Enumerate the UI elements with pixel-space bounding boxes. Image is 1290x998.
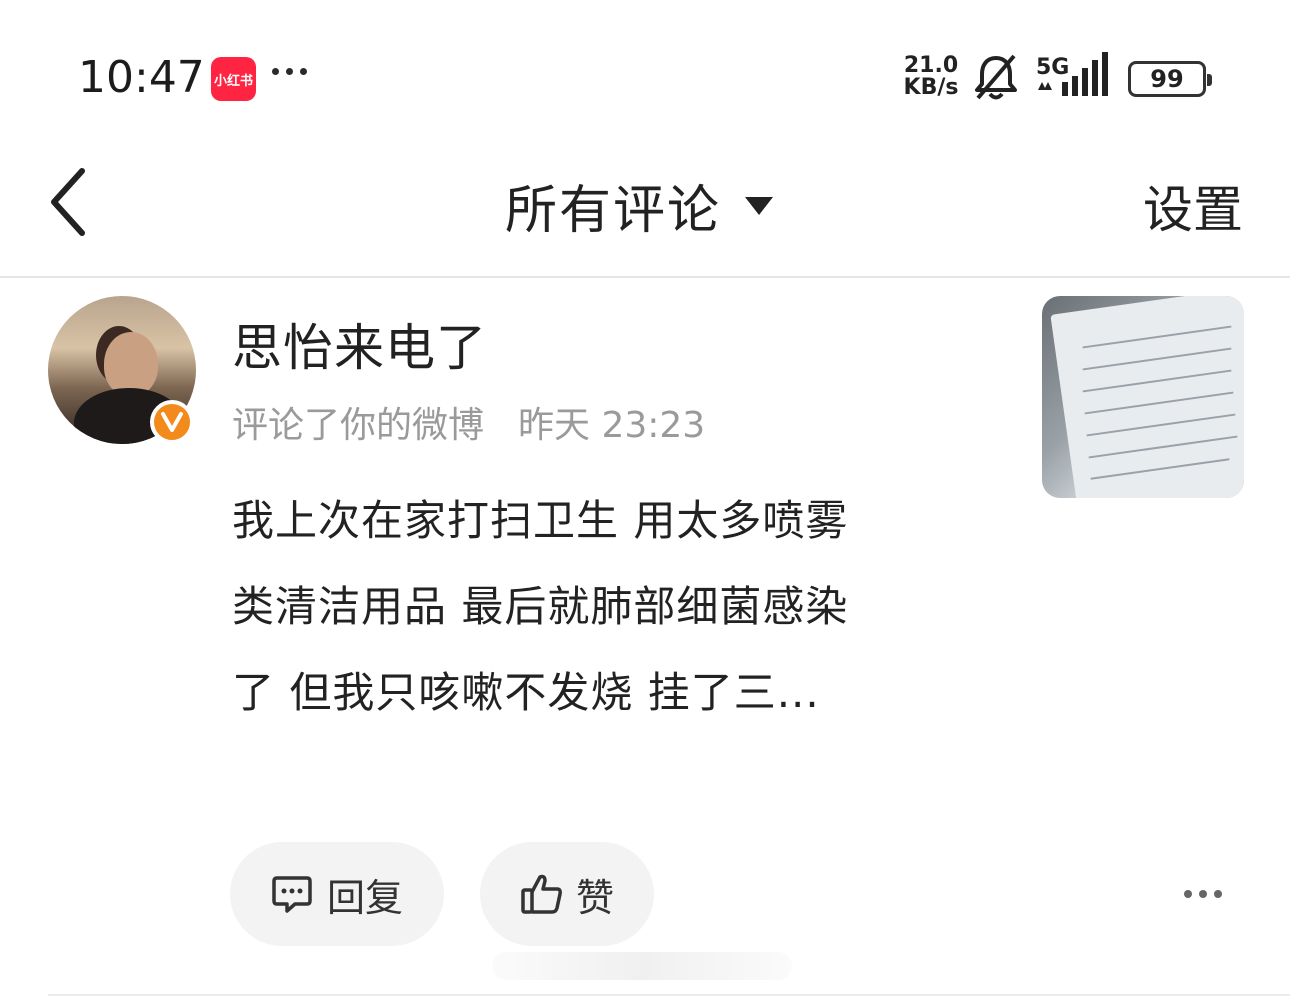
comment-line: 我上次在家打扫卫生 用太多喷雾 — [232, 496, 849, 545]
back-button[interactable] — [38, 160, 98, 244]
comment-username[interactable]: 思怡来电了 — [232, 308, 487, 380]
signal-icon: 5G — [1036, 52, 1108, 96]
header-divider — [0, 276, 1290, 278]
network-speed-value: 21.0 — [903, 53, 959, 78]
chevron-left-icon — [51, 168, 85, 236]
notifications-muted-icon — [975, 54, 1017, 100]
comment-divider — [48, 994, 1290, 996]
network-speed: 21.0 KB/s — [898, 55, 964, 99]
settings-button[interactable]: 设置 — [1143, 170, 1243, 242]
comment-meta: 评论了你的微博 昨天 23:23 — [232, 396, 705, 448]
reply-label: 回复 — [326, 875, 403, 920]
more-options-icon[interactable] — [1176, 878, 1230, 910]
status-time: 10:47 — [78, 52, 205, 103]
comment-bubble-icon — [272, 876, 312, 913]
verified-badge-icon — [150, 400, 194, 444]
thumbs-up-icon — [521, 874, 562, 914]
app-badge-text: 小红书 — [213, 73, 253, 89]
post-thumbnail[interactable] — [1042, 296, 1244, 498]
reply-button[interactable]: 回复 — [230, 842, 444, 946]
xiaohongshu-app-icon: 小红书 — [211, 57, 256, 101]
battery-level: 99 — [1150, 65, 1184, 93]
page-title: 所有评论 — [505, 181, 722, 241]
comment-text[interactable]: 我上次在家打扫卫生 用太多喷雾 类清洁用品 最后就肺部细菌感染 了 但我只咳嗽不… — [232, 478, 972, 736]
like-label: 赞 — [575, 875, 614, 920]
network-type-text: 5G — [1036, 55, 1069, 80]
comment-action: 评论了你的微博 — [232, 405, 485, 446]
caret-down-icon — [745, 196, 774, 215]
comment-line: 类清洁用品 最后就肺部细菌感染 — [232, 582, 849, 631]
comment-timestamp: 昨天 23:23 — [518, 405, 706, 446]
comment-filter-dropdown[interactable]: 所有评论 — [505, 168, 774, 243]
comment-line: 了 但我只咳嗽不发烧 挂了三... — [232, 668, 820, 717]
network-speed-unit: KB/s — [903, 75, 959, 100]
like-button[interactable]: 赞 — [480, 842, 654, 946]
more-notifications-icon — [272, 68, 307, 75]
battery-icon: 99 — [1128, 61, 1212, 97]
scroll-indicator — [492, 952, 792, 980]
